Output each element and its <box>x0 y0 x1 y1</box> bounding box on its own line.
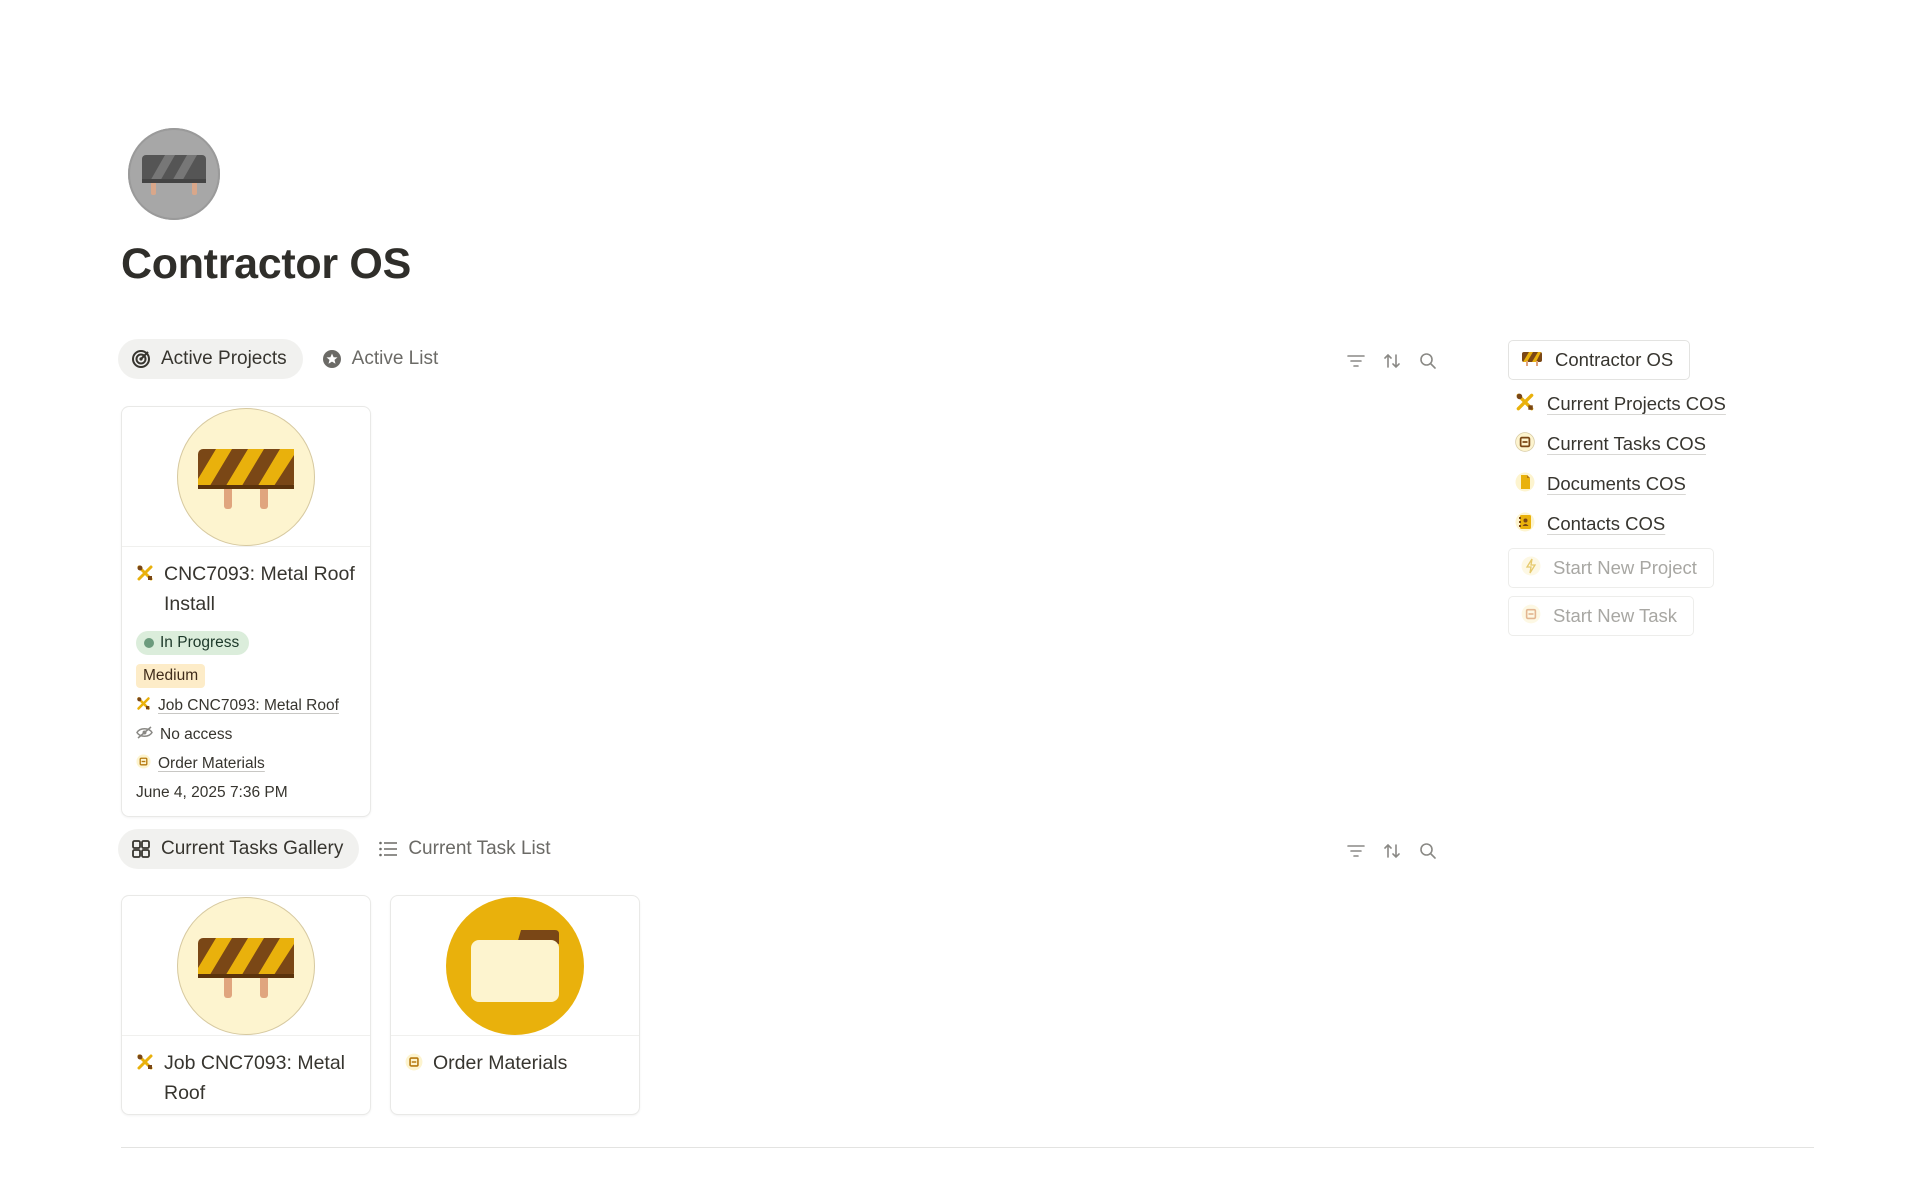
tools-icon <box>1515 392 1535 417</box>
button-label: Contractor OS <box>1555 349 1674 370</box>
gallery-icon <box>130 838 152 860</box>
tab-label: Active List <box>351 348 439 369</box>
link-documents[interactable]: Documents COS <box>1508 464 1726 504</box>
search-icon[interactable] <box>1417 840 1439 862</box>
task-link[interactable]: Order Materials <box>158 755 265 773</box>
link-label: Documents COS <box>1547 473 1686 494</box>
status-badge: In Progress <box>136 631 250 655</box>
page-title: Contractor OS <box>121 240 411 288</box>
tab-label: Active Projects <box>161 348 287 369</box>
sort-icon[interactable] <box>1381 350 1403 372</box>
task-relation[interactable]: Order Materials <box>136 753 356 775</box>
tools-icon <box>136 1053 154 1076</box>
tab-label: Current Task List <box>408 838 551 859</box>
start-new-project-button[interactable]: Start New Project <box>1508 548 1714 588</box>
tab-current-tasks-gallery[interactable]: Current Tasks Gallery <box>118 829 360 869</box>
task-card[interactable]: Job CNC7093: Metal Roof <box>121 895 371 1115</box>
access-label: No access <box>160 726 233 743</box>
card-date: June 4, 2025 7:36 PM <box>136 784 288 801</box>
task-box-icon <box>136 754 151 774</box>
button-label: Start New Task <box>1553 605 1678 626</box>
barricade-icon <box>177 407 315 546</box>
tools-icon <box>136 564 154 587</box>
link-label: Current Projects COS <box>1547 393 1726 414</box>
tools-icon <box>136 696 151 716</box>
contacts-icon <box>1515 512 1535 537</box>
eye-slash-icon <box>136 726 153 744</box>
projects-view-tabs: Active Projects Active List <box>118 339 454 379</box>
tab-current-task-list[interactable]: Current Task List <box>365 829 566 869</box>
job-relation[interactable]: Job CNC7093: Metal Roof <box>136 695 356 717</box>
link-current-tasks[interactable]: Current Tasks COS <box>1508 424 1726 464</box>
task-box-icon <box>405 1053 423 1076</box>
button-label: Start New Project <box>1553 557 1697 578</box>
filter-icon[interactable] <box>1345 350 1367 372</box>
link-label: Current Tasks COS <box>1547 433 1707 454</box>
priority-badge: Medium <box>136 664 206 688</box>
task-card[interactable]: Order Materials <box>390 895 640 1115</box>
task-box-icon <box>1515 431 1535 457</box>
card-cover <box>122 896 370 1036</box>
star-circle-icon <box>321 348 343 370</box>
access-property: No access <box>136 724 356 746</box>
tab-label: Current Tasks Gallery <box>161 838 344 859</box>
link-contacts[interactable]: Contacts COS <box>1508 504 1726 544</box>
link-label: Contacts COS <box>1547 513 1666 534</box>
task-box-icon <box>1521 604 1541 629</box>
project-card[interactable]: CNC7093: Metal Roof Install In Progress … <box>121 406 371 817</box>
status-label: In Progress <box>160 634 240 651</box>
barricade-icon <box>177 896 315 1035</box>
start-new-task-button[interactable]: Start New Task <box>1508 596 1695 636</box>
link-current-projects[interactable]: Current Projects COS <box>1508 384 1726 424</box>
filter-icon[interactable] <box>1345 840 1367 862</box>
tab-active-list[interactable]: Active List <box>309 339 455 379</box>
sort-icon[interactable] <box>1381 840 1403 862</box>
divider <box>121 1147 1814 1148</box>
card-cover <box>391 896 639 1036</box>
list-icon <box>377 838 399 860</box>
card-cover <box>122 407 370 547</box>
tab-active-projects[interactable]: Active Projects <box>118 339 303 379</box>
lightning-icon <box>1521 556 1541 581</box>
barricade-icon <box>142 155 206 195</box>
card-title: CNC7093: Metal Roof Install <box>164 563 355 615</box>
tasks-view-tabs: Current Tasks Gallery Current Task List <box>118 829 567 869</box>
tasks-toolbar <box>1345 840 1439 862</box>
page-icon-barricade[interactable] <box>128 128 220 220</box>
target-icon <box>130 348 152 370</box>
folder-icon <box>446 896 584 1035</box>
card-title: Job CNC7093: Metal Roof <box>164 1052 346 1104</box>
card-title: Order Materials <box>433 1052 568 1074</box>
side-links: Contractor OS Current Projects COS Curre… <box>1508 340 1726 636</box>
job-link[interactable]: Job CNC7093: Metal Roof <box>158 697 339 715</box>
projects-toolbar <box>1345 350 1439 372</box>
search-icon[interactable] <box>1417 350 1439 372</box>
contractor-os-button[interactable]: Contractor OS <box>1508 340 1691 380</box>
status-dot <box>144 638 154 648</box>
barricade-icon <box>1521 349 1543 371</box>
document-icon <box>1515 472 1535 497</box>
